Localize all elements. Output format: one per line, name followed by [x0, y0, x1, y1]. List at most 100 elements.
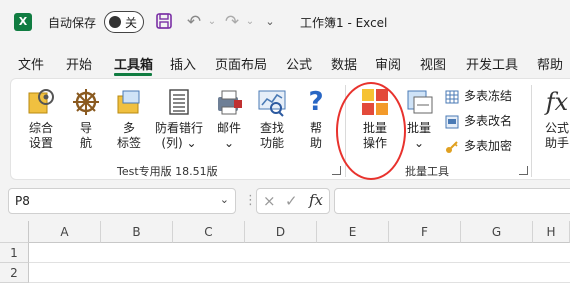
tab-formulas[interactable]: 公式 [286, 54, 312, 73]
save-icon[interactable] [154, 12, 174, 32]
navigation-label-1: 导 [79, 121, 92, 135]
formula-controls: × ✓ fx [256, 188, 330, 214]
multi-tab-label-1: 多 [122, 121, 135, 135]
row-highlight-label-2: (列) ⌄ [161, 136, 197, 150]
name-box[interactable]: P8 ⌄ [8, 188, 236, 214]
undo-dropdown-icon[interactable]: ⌄ [202, 12, 222, 32]
group-label-batch: 批量工具 [405, 165, 449, 178]
freeze-sheets-button[interactable]: 多表冻结 [445, 87, 512, 104]
settings-button[interactable]: 综合 设置 [23, 87, 59, 151]
tab-help[interactable]: 帮助 [537, 54, 563, 73]
freeze-sheets-label: 多表冻结 [464, 89, 513, 103]
tab-data[interactable]: 数据 [331, 54, 357, 73]
column-header-h[interactable]: H [533, 221, 570, 243]
mail-label-1: 邮件 [216, 121, 241, 135]
title-bar: X 自动保存 关 ↶ ⌄ ↷ ⌄ ⌄ 工作簿1 - Excel [0, 0, 570, 44]
help-label-1: 帮 [309, 121, 322, 135]
row-highlight-label-1: 防看错行 [154, 121, 203, 135]
active-tab-indicator [114, 73, 152, 76]
tab-toolbox[interactable]: 工具箱 [114, 54, 153, 73]
column-header-e[interactable]: E [317, 221, 389, 243]
find-button[interactable]: 查找 功能 [255, 87, 289, 151]
rename-sheets-button[interactable]: 多表改名 [445, 112, 512, 129]
document-title: 工作簿1 - Excel [300, 16, 388, 30]
group-separator-2 [531, 85, 532, 177]
table-grid-icon [445, 90, 459, 104]
formula-assistant-label-2: 助手 [544, 136, 569, 150]
ribbon-tabs: 文件 开始 工具箱 插入 页面布局 公式 数据 审阅 视图 开发工具 帮助 [0, 44, 570, 78]
help-button[interactable]: ? 帮 助 [301, 87, 331, 151]
tab-file[interactable]: 文件 [18, 54, 44, 73]
formula-assistant-button[interactable]: fx 公式 助手 [539, 87, 570, 151]
group-launcher-test-icon[interactable] [332, 166, 341, 175]
tab-view[interactable]: 视图 [420, 54, 446, 73]
rename-sheet-icon [445, 115, 459, 129]
settings-label-1: 综合 [28, 121, 53, 135]
autosave-toggle[interactable]: 关 [104, 11, 144, 33]
settings-gear-icon [26, 87, 56, 117]
ship-wheel-icon [71, 87, 101, 117]
settings-label-2: 设置 [28, 136, 53, 150]
excel-logo-icon: X [14, 13, 32, 31]
column-header-g[interactable]: G [461, 221, 533, 243]
tab-insert[interactable]: 插入 [170, 54, 196, 73]
row-highlight-button[interactable]: 防看错行 (列) ⌄ [153, 87, 205, 151]
autosave-state: 关 [125, 16, 138, 30]
table-row[interactable] [29, 263, 570, 283]
chevron-down-icon[interactable]: ⌄ [220, 193, 229, 206]
autosave-label: 自动保存 [48, 16, 97, 30]
group-launcher-batch-icon[interactable] [519, 166, 528, 175]
batch-sheets-icon [404, 87, 434, 117]
column-header-a[interactable]: A [29, 221, 101, 243]
mail-button[interactable]: 邮件 ⌄ [211, 87, 247, 151]
formula-assistant-label-1: 公式 [544, 121, 569, 135]
fx-icon: fx [545, 88, 569, 116]
undo-icon[interactable]: ↶ [184, 12, 204, 32]
encrypt-sheets-label: 多表加密 [464, 139, 513, 153]
column-header-d[interactable]: D [245, 221, 317, 243]
encrypt-sheets-button[interactable]: 多表加密 [445, 137, 512, 154]
batch-dropdown-button[interactable]: 批量 ⌄ [401, 87, 437, 151]
navigation-button[interactable]: 导 航 [71, 87, 101, 151]
mail-label-2: ⌄ [223, 136, 235, 150]
group-label-test: Test专用版 18.51版 [117, 165, 218, 178]
tab-developer[interactable]: 开发工具 [466, 54, 518, 73]
formula-input[interactable] [334, 188, 570, 214]
column-header-b[interactable]: B [101, 221, 173, 243]
spreadsheet-grid: A B C D E F G H 1 2 [0, 221, 570, 285]
multi-tab-icon [114, 87, 144, 117]
cancel-icon[interactable]: × [263, 192, 276, 210]
navigation-label-2: 航 [79, 136, 92, 150]
key-icon [445, 140, 459, 154]
mail-printer-icon [214, 87, 244, 117]
batch-dropdown-label-2: ⌄ [413, 136, 425, 150]
document-lines-icon [164, 87, 194, 117]
column-header-f[interactable]: F [389, 221, 461, 243]
tab-review[interactable]: 审阅 [375, 54, 401, 73]
help-label-2: 助 [309, 136, 322, 150]
multi-tab-button[interactable]: 多 标签 [111, 87, 147, 151]
row-header-1[interactable]: 1 [0, 243, 29, 263]
find-label-1: 查找 [259, 121, 284, 135]
tab-home[interactable]: 开始 [66, 54, 92, 73]
customize-toolbar-icon[interactable]: ⌄ [260, 12, 280, 32]
toggle-knob [109, 16, 121, 28]
redo-dropdown-icon[interactable]: ⌄ [240, 12, 260, 32]
question-mark-icon: ? [308, 87, 324, 117]
multi-tab-label-2: 标签 [116, 136, 141, 150]
row-header-2[interactable]: 2 [0, 263, 29, 283]
batch-dropdown-label-1: 批量 [406, 121, 431, 135]
enter-icon[interactable]: ✓ [285, 192, 298, 210]
column-header-c[interactable]: C [173, 221, 245, 243]
table-row[interactable] [29, 243, 570, 263]
redo-icon[interactable]: ↷ [222, 12, 242, 32]
insert-function-icon[interactable]: fx [309, 191, 323, 209]
select-all-corner[interactable] [0, 221, 29, 243]
find-label-2: 功能 [259, 136, 284, 150]
tab-page-layout[interactable]: 页面布局 [215, 54, 267, 73]
highlight-circle [336, 82, 406, 180]
name-box-value: P8 [15, 194, 30, 208]
rename-sheets-label: 多表改名 [464, 114, 513, 128]
ribbon-panel: 综合 设置 导 航 多 标签 防看错行 (列) ⌄ 邮件 ⌄ 查找 功能 ? 帮… [10, 78, 570, 180]
find-chart-icon [257, 87, 287, 117]
